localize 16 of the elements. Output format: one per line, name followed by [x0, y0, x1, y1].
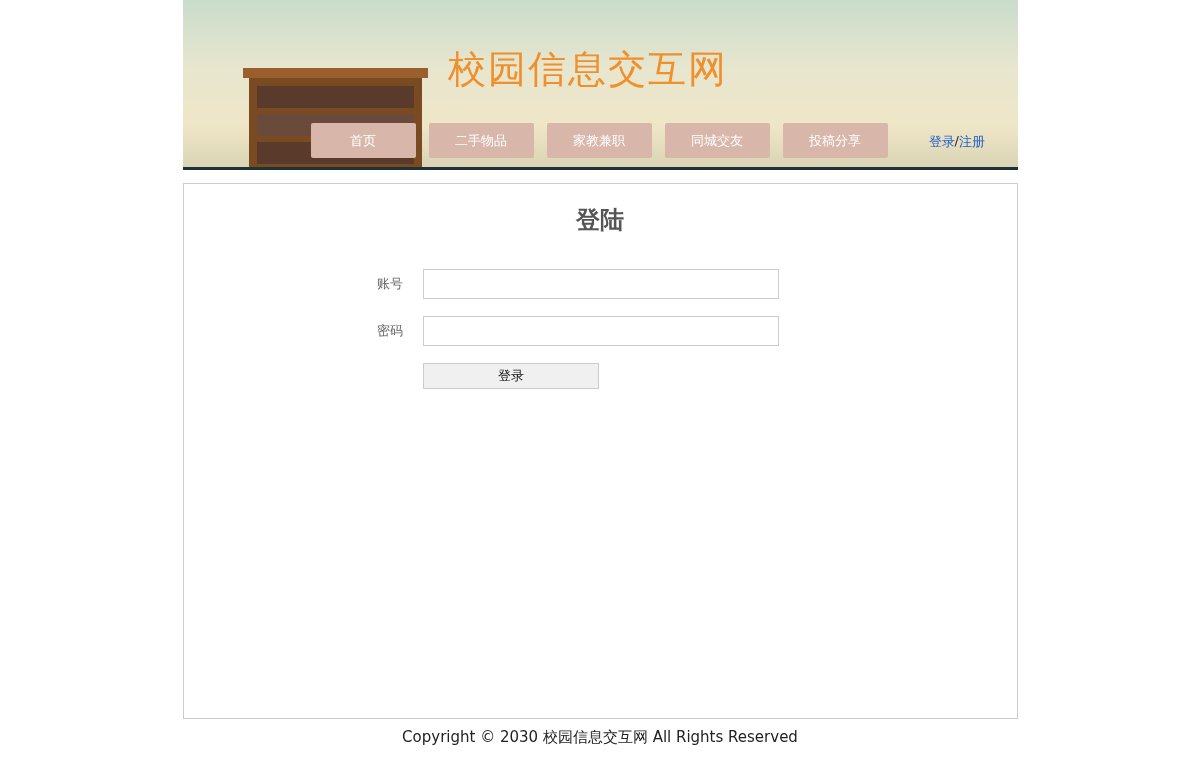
nav-button[interactable]: 同城交友 — [664, 123, 770, 158]
field-label: 账号 — [377, 275, 403, 293]
nav-button[interactable]: 家教兼职 — [546, 123, 652, 158]
input-field[interactable] — [423, 269, 779, 299]
nav-button[interactable]: 投稿分享 — [782, 123, 888, 158]
form-title: 登陆 — [576, 205, 624, 236]
login-button[interactable]: 登录 — [423, 363, 599, 389]
field-label: 密码 — [377, 322, 403, 340]
register-link[interactable]: 注册 — [958, 133, 985, 151]
nav-button[interactable]: 二手物品 — [428, 123, 534, 158]
site-title: 校园信息交互网 — [447, 46, 728, 93]
login-link[interactable]: 登录 — [928, 133, 955, 151]
copyright-text: Copyright © 2030 校园信息交互网 All Rights Reserved — [402, 728, 798, 747]
link-separator: / — [954, 133, 959, 150]
input-field[interactable] — [423, 316, 779, 346]
nav-button[interactable]: 首页 — [310, 123, 416, 158]
